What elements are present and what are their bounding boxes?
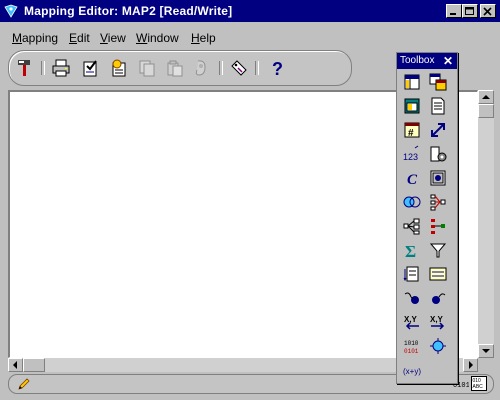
procedure-icon[interactable] bbox=[429, 145, 447, 163]
svg-text:123: 123 bbox=[403, 152, 418, 162]
binary-icon[interactable]: 10100101 bbox=[403, 337, 421, 355]
svg-text:X,Y: X,Y bbox=[404, 315, 418, 324]
app-icon bbox=[4, 4, 18, 18]
print-icon[interactable] bbox=[51, 58, 71, 78]
window-title: Mapping Editor: MAP2 [Read/Write] bbox=[24, 4, 233, 18]
abc-icon: 010ABC bbox=[471, 376, 487, 391]
copy-icon[interactable] bbox=[137, 58, 157, 78]
properties-icon[interactable] bbox=[81, 58, 101, 78]
view-icon[interactable] bbox=[403, 97, 421, 115]
union-icon[interactable] bbox=[403, 193, 421, 211]
menu-window[interactable]: Window bbox=[136, 31, 179, 45]
toolbar: ? bbox=[8, 50, 352, 86]
svg-text:?: ? bbox=[272, 59, 283, 78]
toolbox-palette[interactable]: Toolbox ✕ # 123 C Σ X,Y X,Y 1010 0101 (x… bbox=[396, 52, 458, 384]
help-icon[interactable]: ? bbox=[267, 58, 287, 78]
menu-edit[interactable]: Edit bbox=[69, 31, 90, 45]
input-param-icon[interactable]: X,Y bbox=[403, 313, 421, 331]
scroll-left-button[interactable] bbox=[8, 358, 23, 372]
image-icon[interactable] bbox=[429, 169, 447, 187]
menu-help[interactable]: Help bbox=[191, 31, 216, 45]
svg-text:0101: 0101 bbox=[404, 348, 419, 355]
key-lookup-icon[interactable] bbox=[429, 217, 447, 235]
pivot-icon[interactable] bbox=[403, 265, 421, 283]
expand-icon[interactable] bbox=[191, 58, 211, 78]
constant-icon[interactable]: 123 bbox=[403, 145, 421, 163]
horizontal-scroll-thumb[interactable] bbox=[23, 358, 45, 372]
toolbar-separator bbox=[41, 61, 45, 75]
pre-mapping-icon[interactable] bbox=[403, 289, 421, 307]
join-arrow-icon[interactable] bbox=[429, 121, 447, 139]
arrow-down-icon bbox=[482, 349, 490, 353]
arrow-left-icon bbox=[13, 361, 17, 369]
scroll-up-button[interactable] bbox=[478, 90, 494, 104]
expression-icon[interactable]: C bbox=[403, 169, 421, 187]
minimize-button[interactable] bbox=[446, 4, 462, 18]
minimize-icon bbox=[450, 13, 456, 15]
output-param-icon[interactable]: X,Y bbox=[429, 313, 447, 331]
svg-text:X,Y: X,Y bbox=[430, 315, 444, 324]
vertical-scroll-thumb[interactable] bbox=[478, 104, 494, 118]
menu-mapping[interactable]: Mapping bbox=[12, 31, 58, 45]
hammer-icon[interactable] bbox=[15, 58, 35, 78]
svg-text:Σ: Σ bbox=[405, 242, 416, 259]
scroll-right-button[interactable] bbox=[463, 358, 478, 372]
svg-text:C: C bbox=[407, 172, 418, 187]
maximize-button[interactable] bbox=[462, 4, 478, 18]
toolbox-title-bar[interactable]: Toolbox ✕ bbox=[397, 53, 457, 69]
title-bar: Mapping Editor: MAP2 [Read/Write] bbox=[0, 0, 500, 22]
sorter-icon[interactable] bbox=[429, 265, 447, 283]
vertical-scrollbar[interactable] bbox=[478, 90, 494, 358]
scroll-down-button[interactable] bbox=[478, 344, 494, 358]
table-multi-icon[interactable] bbox=[429, 73, 447, 91]
validate-icon[interactable] bbox=[109, 58, 129, 78]
arrow-up-icon bbox=[482, 95, 490, 99]
sequence-icon[interactable]: # bbox=[403, 121, 421, 139]
post-mapping-icon[interactable] bbox=[429, 289, 447, 307]
lookup-icon[interactable] bbox=[403, 217, 421, 235]
formula-icon[interactable]: (x+y) bbox=[403, 361, 421, 379]
svg-text:1010: 1010 bbox=[404, 340, 419, 347]
paste-icon[interactable] bbox=[165, 58, 185, 78]
transform-icon[interactable] bbox=[429, 337, 447, 355]
tag-icon[interactable] bbox=[229, 58, 249, 78]
close-button[interactable] bbox=[480, 4, 496, 18]
menu-bar: Mapping Edit View Window Help bbox=[0, 28, 500, 48]
arrow-right-icon bbox=[469, 361, 473, 369]
svg-text:#: # bbox=[408, 128, 414, 139]
toolbox-close-button[interactable]: ✕ bbox=[443, 54, 453, 68]
pencil-icon bbox=[18, 378, 30, 390]
close-icon bbox=[483, 7, 492, 16]
toolbox-title: Toolbox bbox=[400, 55, 435, 66]
table-icon[interactable] bbox=[403, 73, 421, 91]
toolbar-separator bbox=[255, 61, 259, 75]
document-icon[interactable] bbox=[429, 97, 447, 115]
svg-text:ABC: ABC bbox=[473, 384, 484, 390]
aggregator-icon[interactable]: Σ bbox=[403, 241, 421, 259]
filter-icon[interactable] bbox=[429, 241, 447, 259]
toolbar-separator bbox=[219, 61, 223, 75]
maximize-icon bbox=[465, 7, 474, 15]
splitter-icon[interactable] bbox=[429, 193, 447, 211]
menu-view[interactable]: View bbox=[100, 31, 126, 45]
svg-text:(x+y): (x+y) bbox=[403, 367, 421, 376]
